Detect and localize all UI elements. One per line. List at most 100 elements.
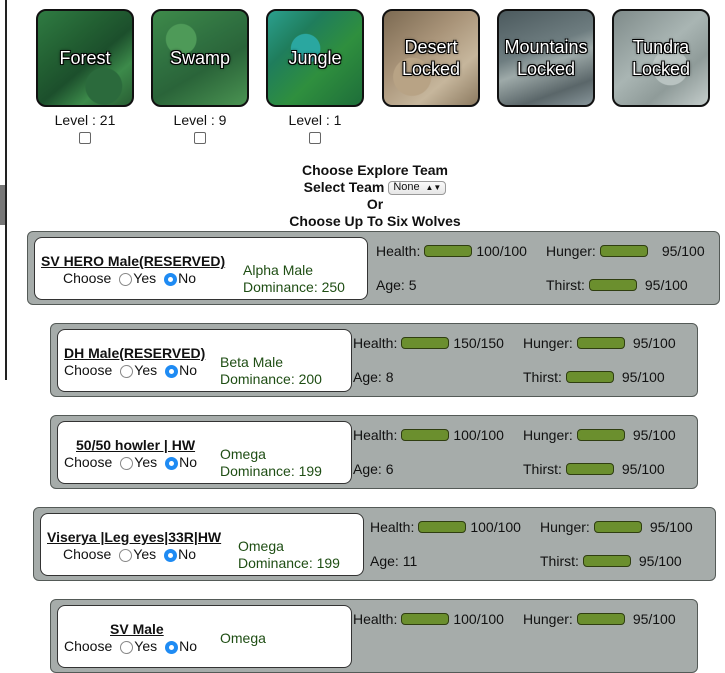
age-value: 6 — [385, 461, 394, 477]
select-team-label: Select Team — [303, 179, 385, 195]
hunger-label: Hunger: — [523, 335, 573, 351]
area-forest: Forest Level : 21 — [36, 9, 134, 144]
thirst-stat: Thirst: 95/100 — [523, 461, 665, 477]
health-value: 100/100 — [453, 427, 504, 443]
thirst-bar — [588, 279, 637, 291]
choose-no-radio[interactable] — [164, 548, 178, 562]
hunger-label: Hunger: — [540, 519, 590, 535]
choose-no-radio[interactable] — [164, 272, 178, 286]
health-bar — [418, 521, 467, 533]
choose-yes-radio[interactable] — [119, 548, 133, 562]
choose-label: Choose — [64, 362, 113, 378]
area-jungle-tile[interactable]: Jungle — [266, 9, 364, 107]
wolf-rank: Beta Male Dominance: 200 — [220, 354, 322, 388]
hunger-value: 95/100 — [649, 519, 693, 535]
area-forest-label: Forest — [59, 48, 111, 68]
hunger-value: 95/100 — [632, 611, 676, 627]
age-label: Age: — [353, 369, 382, 385]
rank-title: Alpha Male — [243, 262, 314, 278]
hunger-label: Hunger: — [523, 427, 573, 443]
age-value: 11 — [402, 553, 418, 569]
hunger-value: 95/100 — [632, 335, 676, 351]
choose-yes-radio[interactable] — [120, 364, 134, 378]
health-label: Health: — [370, 519, 415, 535]
thirst-label: Thirst: — [546, 277, 585, 293]
hunger-label: Hunger: — [546, 243, 596, 259]
hunger-value: 95/100 — [632, 427, 676, 443]
choose-explore-team-heading: Choose Explore Team — [301, 162, 448, 178]
left-frame-edge — [0, 0, 7, 380]
area-forest-level: Level : 21 — [54, 112, 116, 128]
choose-label: Choose — [64, 638, 113, 654]
hunger-label: Hunger: — [523, 611, 573, 627]
yes-label: Yes — [134, 638, 158, 654]
age-label: Age: — [353, 461, 382, 477]
area-jungle-checkbox[interactable] — [309, 132, 321, 144]
area-desert-label: Desert Locked — [401, 37, 461, 79]
choose-label: Choose — [64, 454, 113, 470]
choose-yes-radio[interactable] — [120, 456, 134, 470]
hunger-stat: Hunger: 95/100 — [523, 427, 676, 443]
area-swamp-label: Swamp — [169, 48, 231, 68]
area-mountains: Mountains Locked — [497, 9, 595, 107]
area-mountains-tile: Mountains Locked — [497, 9, 595, 107]
wolf-choose-row: Choose Yes No — [63, 546, 196, 562]
area-forest-tile[interactable]: Forest — [36, 9, 134, 107]
wolf-name-link[interactable]: 50/50 howler | HW — [76, 437, 195, 453]
area-jungle: Jungle Level : 1 — [266, 9, 364, 144]
area-forest-checkbox[interactable] — [79, 132, 91, 144]
choose-label: Choose — [63, 546, 112, 562]
thirst-value: 95/100 — [644, 277, 688, 293]
area-jungle-level: Level : 1 — [288, 112, 342, 128]
area-desert-tile: Desert Locked — [382, 9, 480, 107]
wolf-rank: Omega Dominance: 199 — [220, 446, 322, 480]
choose-no-radio[interactable] — [165, 640, 179, 654]
thirst-value: 95/100 — [621, 461, 665, 477]
left-frame-tab — [0, 185, 5, 225]
health-label: Health: — [353, 611, 398, 627]
hunger-stat: Hunger: 95/100 — [546, 243, 705, 259]
area-mountains-label: Mountains Locked — [504, 37, 588, 79]
choose-six-wolves-heading: Choose Up To Six Wolves — [289, 213, 461, 229]
wolf-choose-row: Choose Yes No — [64, 362, 197, 378]
health-value: 100/100 — [470, 519, 521, 535]
choose-yes-radio[interactable] — [120, 640, 134, 654]
health-bar — [401, 429, 450, 441]
wolf-rank: Omega — [220, 630, 266, 647]
area-swamp-checkbox[interactable] — [194, 132, 206, 144]
thirst-stat: Thirst: 95/100 — [523, 369, 665, 385]
thirst-value: 95/100 — [638, 553, 682, 569]
rank-title: Omega — [220, 630, 266, 646]
wolf-info-box: Viserya |Leg eyes|33R|HW Choose Yes No O… — [40, 513, 364, 576]
dominance-value: Dominance: 200 — [220, 371, 322, 387]
wolf-name-link[interactable]: DH Male(RESERVED) — [64, 345, 205, 361]
no-label: No — [179, 454, 198, 470]
wolf-name-link[interactable]: SV Male — [110, 621, 164, 637]
rank-title: Beta Male — [220, 354, 284, 370]
hunger-stat: Hunger: 95/100 — [523, 335, 676, 351]
area-tundra: Tundra Locked — [612, 9, 710, 107]
area-swamp-level: Level : 9 — [173, 112, 227, 128]
hunger-bar — [593, 521, 642, 533]
team-select-dropdown[interactable]: None ▲▼ — [388, 180, 447, 195]
wolf-card: DH Male(RESERVED) Choose Yes No Beta Mal… — [50, 323, 698, 397]
yes-label: Yes — [134, 362, 158, 378]
or-separator: Or — [366, 196, 384, 212]
choose-yes-radio[interactable] — [119, 272, 133, 286]
area-swamp-tile[interactable]: Swamp — [151, 9, 249, 107]
age-value: 5 — [408, 277, 417, 293]
age-stat: Age: 11 — [370, 553, 417, 569]
health-label: Health: — [353, 427, 398, 443]
health-bar — [401, 337, 450, 349]
wolf-name-link[interactable]: Viserya |Leg eyes|33R|HW — [47, 529, 221, 545]
health-bar — [401, 613, 450, 625]
choose-no-radio[interactable] — [165, 364, 179, 378]
wolf-card: SV HERO Male(RESERVED) Choose Yes No Alp… — [27, 231, 720, 305]
hunger-bar — [599, 245, 648, 257]
no-label: No — [178, 270, 197, 286]
age-stat: Age: 6 — [353, 461, 394, 477]
health-label: Health: — [353, 335, 398, 351]
health-stat: Health: 100/100 — [353, 427, 504, 443]
choose-no-radio[interactable] — [165, 456, 179, 470]
wolf-name-link[interactable]: SV HERO Male(RESERVED) — [41, 253, 225, 269]
